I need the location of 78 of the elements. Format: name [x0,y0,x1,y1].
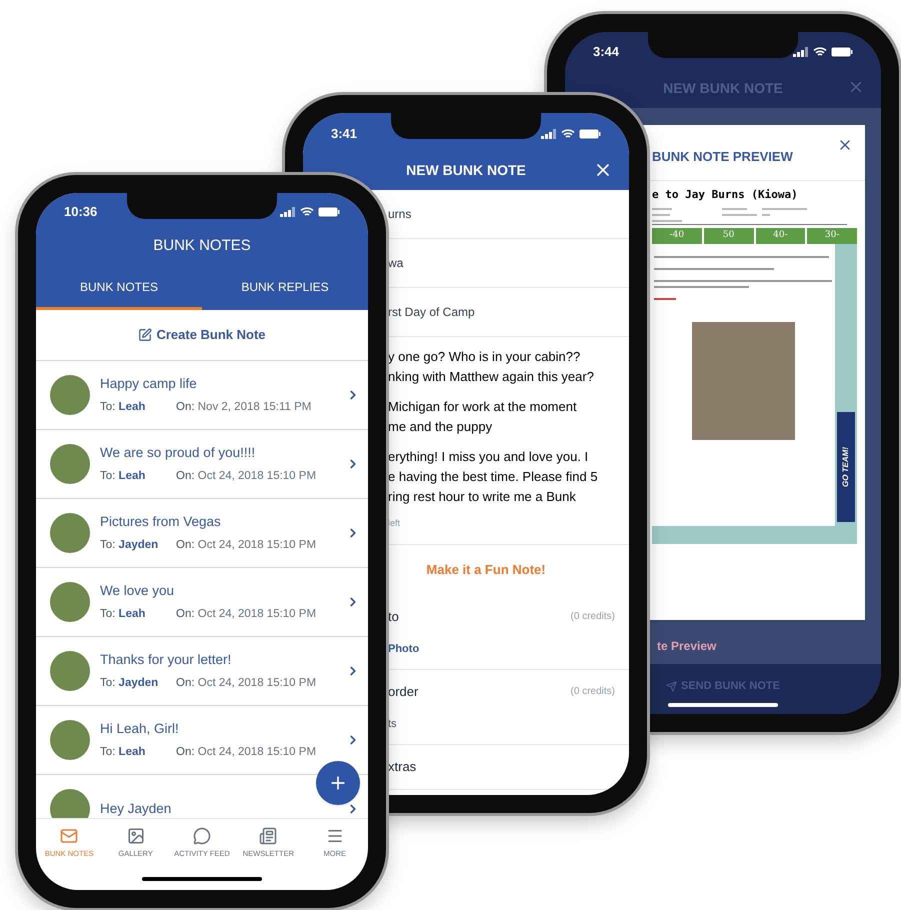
battery-icon [579,128,601,138]
credits-label: (0 credits) [570,685,615,700]
option-label: to [388,608,399,626]
tab[interactable]: BUNK NOTES [36,266,202,310]
note-title: Hey Jayden [100,800,172,818]
wifi-icon [300,206,314,216]
note-title: We love you [100,582,176,600]
note-title: Hi Leah, Girl! [100,720,180,738]
message-line: me and the puppy [388,418,494,436]
battery-icon [831,47,853,57]
note-title: Happy camp life [100,375,198,394]
note-row[interactable]: Thanks for your letter! To: Jayden On: Oct 24, 2018 15:10 PM [36,637,368,706]
field-value[interactable]: wa [388,254,404,272]
note-row[interactable]: Pictures from Vegas To: Jayden On: Oct 24, 2018 15:10 PM [36,499,368,568]
add-button[interactable] [316,761,360,805]
avatar-placeholder [50,375,90,415]
preview-link[interactable]: te Preview [657,639,716,653]
wifi-icon [561,128,575,138]
modal-title: BUNK NOTE PREVIEW [652,148,793,166]
note-title: We are so proud of you!!!! [100,444,256,462]
screen-title: NEW BUNK NOTE [406,160,526,180]
status-time: 3:41 [331,124,358,143]
message-line: erything! I miss you and love you. I [388,448,590,466]
date-text: On: Oct 24, 2018 15:10 PM [176,468,316,484]
avatar-placeholder [50,582,90,622]
send-icon [666,680,677,692]
avatar-placeholder [50,444,90,484]
recipient-text: To: Jayden [100,538,158,550]
avatar-placeholder [50,720,90,760]
newspaper-icon [259,827,278,846]
status-time: 3:44 [593,43,620,62]
recipient-text: To: Leah [100,470,146,482]
wifi-icon [813,47,827,57]
signal-icon [280,206,296,216]
recipient-text: To: Jayden [100,676,158,688]
chat-bubble-icon [192,827,211,846]
yard-number: 50 [704,228,754,244]
option-action[interactable]: ts [388,716,615,732]
note-title: Pictures from Vegas [100,513,222,532]
tab[interactable]: BUNK REPLIES [202,266,368,310]
date-text: On: Oct 24, 2018 15:10 PM [176,606,316,622]
message-line: Michigan for work at the moment [388,398,578,416]
pennant-text: GO TEAM! [840,446,851,486]
option-label: order [388,683,418,701]
yard-number: -40 [652,228,702,244]
date-text: On: Oct 24, 2018 15:10 PM [176,744,316,760]
note-row[interactable]: Happy camp life To: Leah On: Nov 2, 2018 15:11 PM [36,361,368,430]
note-title: Thanks for your letter! [100,651,232,670]
note-row[interactable]: We love you To: Leah On: Oct 24, 2018 15:10 PM [36,568,368,637]
battery-icon [318,206,340,216]
recipient-text: To: Leah [100,746,146,758]
option-action[interactable]: Photo [388,640,615,657]
note-row[interactable]: We are so proud of you!!!! To: Leah On: Oct 24, 2018 15:10 PM [36,430,368,499]
date-text: On: Nov 2, 2018 15:11 PM [176,400,312,414]
message-line: ring rest hour to write me a Bunk [388,488,577,506]
yard-number: 30- [807,228,857,244]
avatar-placeholder [50,513,90,553]
date-text: On: Oct 24, 2018 15:10 PM [176,676,316,690]
pen-icon [138,328,152,342]
signal-icon [541,128,557,138]
letter-heading: e to Jay Burns (Kiowa) [652,187,799,203]
credits-label: (0 credits) [570,610,615,624]
avatar-placeholder [50,651,90,691]
option-label: xtras [388,758,416,776]
image-icon [126,827,145,846]
envelope-icon [60,827,78,846]
message-line: nking with Matthew again this year? [388,368,595,386]
recipient-text: To: Leah [100,608,146,620]
create-note-button[interactable]: Create Bunk Note [138,325,266,345]
avatar-placeholder [50,789,90,818]
status-time: 10:36 [64,202,98,221]
recipient-text: To: Leah [100,400,146,412]
screen-title: BUNK NOTES [153,236,251,256]
yard-number: 40- [756,228,806,244]
date-text: On: Oct 24, 2018 15:10 PM [176,538,316,552]
field-value[interactable]: rst Day of Camp [388,303,475,321]
field-value[interactable]: urns [388,205,412,223]
signal-icon [793,47,809,57]
